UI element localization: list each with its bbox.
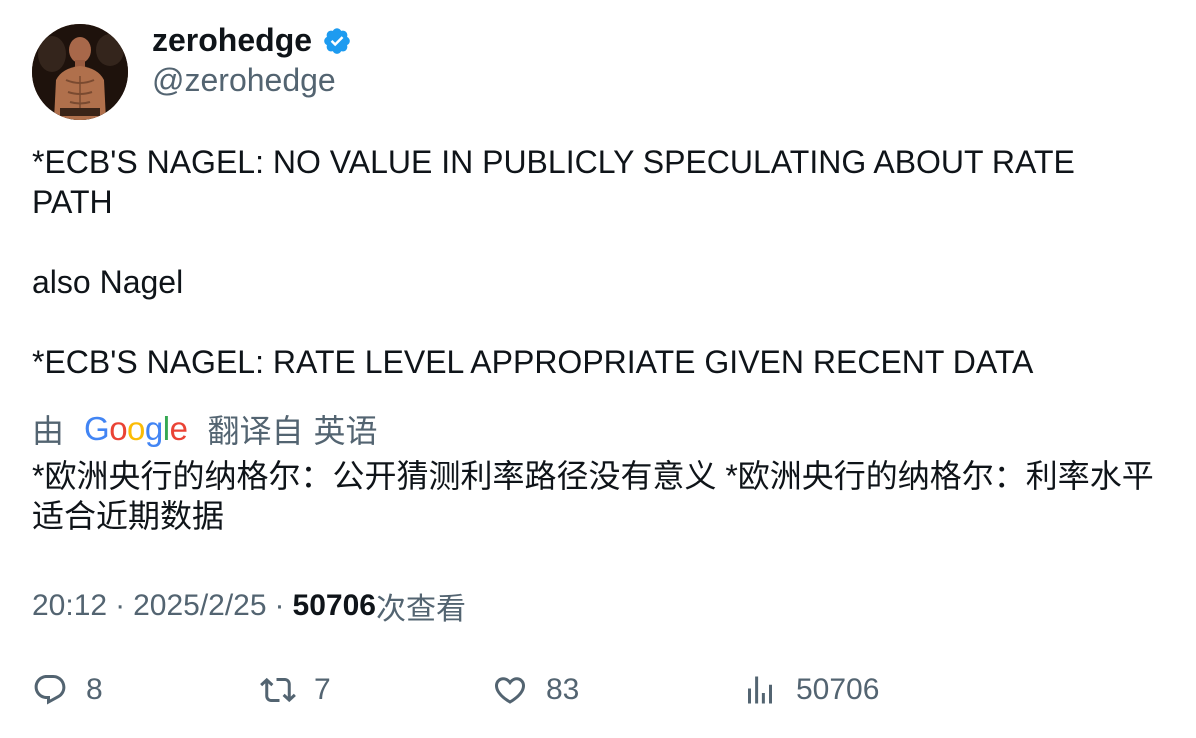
translation-attribution: 由 Google 翻译自 英语 [32, 406, 378, 452]
tweet-text: *ECB'S NAGEL: NO VALUE IN PUBLICLY SPECU… [32, 142, 1152, 382]
translated-text: *欧洲央行的纳格尔：公开猜测利率路径没有意义 *欧洲央行的纳格尔：利率水平适合近… [32, 458, 1154, 534]
views-bar-chart-icon [748, 676, 772, 704]
tweet-line-2: also Nagel [32, 264, 184, 300]
reply-button[interactable]: 8 [32, 672, 103, 708]
views-count: 50706 [292, 589, 376, 622]
tweet-line-3: *ECB'S NAGEL: RATE LEVEL APPROPRIATE GIV… [32, 344, 1034, 380]
retweet-icon [260, 677, 296, 703]
retweet-button[interactable]: 7 [260, 672, 331, 708]
heart-icon [494, 677, 526, 704]
tweet-date[interactable]: 2025/2/25 [133, 589, 266, 623]
avatar[interactable] [32, 24, 128, 120]
author-display-name[interactable]: zerohedge [152, 22, 312, 59]
avatar-image [32, 24, 128, 120]
meta-separator: · [274, 589, 285, 622]
views-label: 次查看 [375, 593, 466, 626]
retweet-count: 7 [314, 673, 331, 706]
reply-count: 8 [86, 673, 103, 706]
verified-badge-icon [322, 26, 352, 56]
views-action-count: 50706 [796, 673, 880, 706]
like-button[interactable]: 83 [492, 672, 579, 708]
tweet-meta: 20:12 · 2025/2/25 · 50706 次查看 [32, 584, 466, 628]
reply-icon [34, 675, 66, 705]
like-count: 83 [546, 673, 580, 706]
google-logo[interactable]: Google [84, 410, 188, 448]
action-bar: 8 7 83 50706 [32, 672, 1172, 712]
translation-source-language: 英语 [313, 413, 378, 449]
views-button[interactable]: 50706 [742, 672, 879, 708]
tweet-line-1: *ECB'S NAGEL: NO VALUE IN PUBLICLY SPECU… [32, 144, 1075, 220]
translation-prefix: 由 [32, 413, 65, 449]
translation-suffix: 翻译自 [207, 413, 304, 449]
author-handle[interactable]: @zerohedge [152, 62, 336, 99]
meta-separator: · [115, 589, 126, 622]
tweet-time[interactable]: 20:12 [32, 589, 107, 623]
author-name-row: zerohedge [152, 22, 352, 59]
